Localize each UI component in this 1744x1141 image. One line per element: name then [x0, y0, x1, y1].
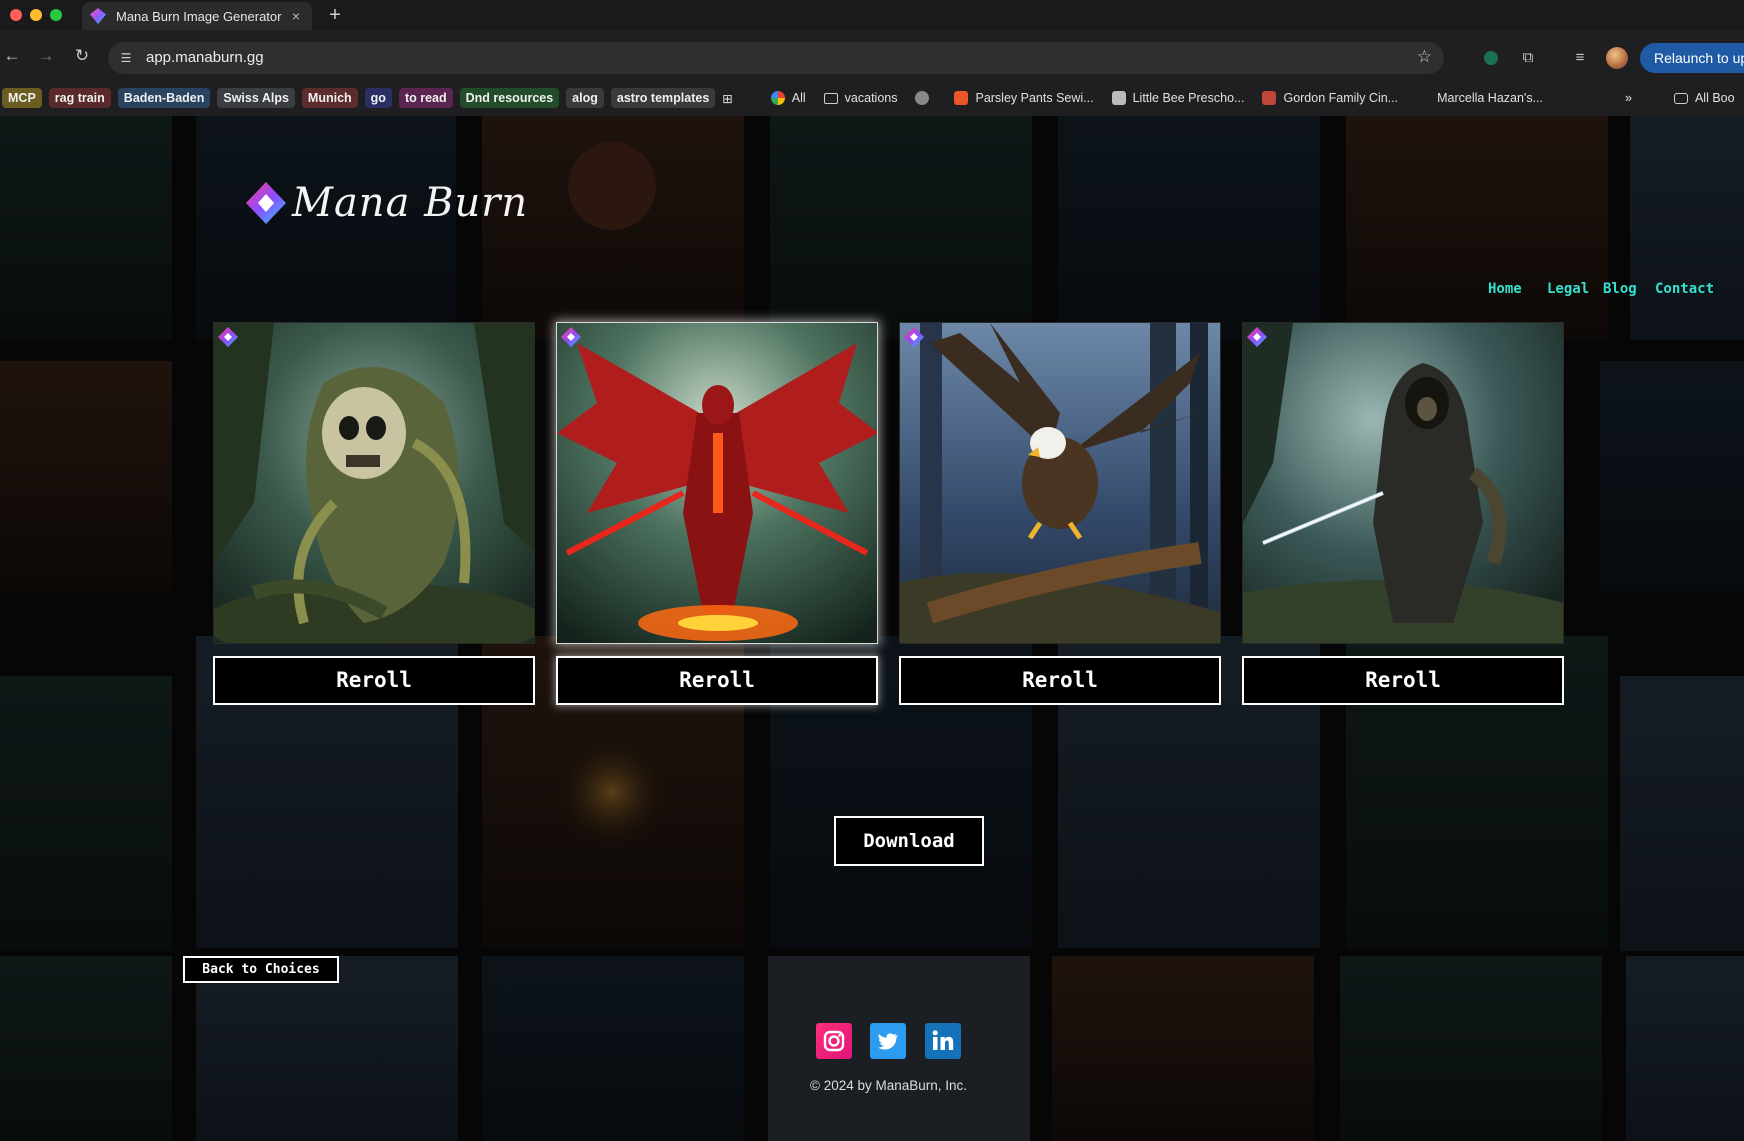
bookmark-folder-baden-baden[interactable]: Baden-Baden [117, 88, 211, 108]
reroll-button-4[interactable]: Reroll [1242, 656, 1564, 705]
all-bookmarks[interactable]: All Boo [1673, 91, 1735, 105]
browser-toolbar: ← → ↻ ☰ app.manaburn.gg ☆ ⧉ ≡ Relaunch t… [0, 38, 1744, 78]
active-tab[interactable]: Mana Burn Image Generator × [82, 2, 312, 30]
bookmark-folder-dnd-resources[interactable]: Dnd resources [459, 88, 560, 108]
close-window-button[interactable] [10, 9, 22, 21]
reroll-button-2[interactable]: Reroll [556, 656, 878, 705]
tab-title: Mana Burn Image Generator [116, 8, 282, 24]
bookmark-star-icon[interactable]: ☆ [1417, 47, 1432, 67]
all-bookmarks-label: All Boo [1694, 91, 1735, 105]
bookmark-folder-munich[interactable]: Munich [301, 88, 358, 108]
mana-badge-icon [904, 327, 924, 347]
relaunch-button[interactable]: Relaunch to upd [1640, 43, 1744, 73]
page: Mana Burn Home Legal Blog Contact Reroll… [0, 116, 1744, 1141]
download-button[interactable]: Download [834, 816, 984, 866]
mana-badge-icon [1247, 327, 1267, 347]
back-arrow-icon[interactable]: ← [0, 44, 24, 68]
linkedin-icon[interactable] [925, 1023, 961, 1059]
logo-text: Mana Burn [292, 180, 529, 226]
bookmark-folder-to-read[interactable]: to read [398, 88, 453, 108]
bookmarks-bar: MCP rag train Baden-Baden Swiss Alps Munich g… [0, 84, 1744, 112]
eagle-image [900, 323, 1220, 643]
bookmark-all[interactable]: All [770, 91, 806, 105]
nav-home[interactable]: Home [1488, 281, 1522, 297]
folder-icon [1673, 92, 1688, 104]
swamp-creature-image [214, 323, 534, 643]
site-logo[interactable]: Mana Burn [246, 180, 528, 226]
image-card-2[interactable] [556, 322, 878, 644]
tab-strip: Mana Burn Image Generator × + [0, 0, 1744, 30]
site-info-icon[interactable]: ☰ [118, 50, 134, 66]
site-icon [1262, 91, 1277, 105]
bookmark-folder-alog[interactable]: alog [566, 88, 604, 108]
hooded-warrior-image [1243, 323, 1563, 643]
reading-list-icon[interactable]: ≡ [1570, 48, 1590, 68]
url-text[interactable]: app.manaburn.gg [146, 49, 264, 66]
bookmark-label: All [791, 91, 806, 105]
bookmark-label: Parsley Pants Sewi... [975, 91, 1094, 105]
google-icon [770, 91, 785, 105]
bookmark-folder-swiss-alps[interactable]: Swiss Alps [217, 88, 295, 108]
mana-badge-icon [218, 327, 238, 347]
bookmark-icon [954, 91, 969, 105]
profile-avatar[interactable] [1606, 47, 1628, 69]
manaburn-favicon-icon [90, 8, 106, 24]
bookmark-label: Marcella Hazan's... [1437, 91, 1543, 105]
browser-chrome: Mana Burn Image Generator × + ← → ↻ ☰ ap… [0, 0, 1744, 116]
extensions-puzzle-icon[interactable]: ⧉ [1518, 48, 1538, 68]
bookmark-folder-mcp[interactable]: MCP [2, 88, 42, 108]
nav-contact[interactable]: Contact [1655, 281, 1714, 297]
image-card-1[interactable] [213, 322, 535, 644]
more-bookmarks-icon[interactable]: » [1625, 91, 1632, 105]
mana-badge-icon [561, 327, 581, 347]
instagram-icon[interactable] [816, 1023, 852, 1059]
nav-blog[interactable]: Blog [1603, 281, 1637, 297]
bookmark-label: vacations [844, 91, 898, 105]
copyright-text: © 2024 by ManaBurn, Inc. [810, 1078, 968, 1093]
apple-icon [1111, 91, 1126, 105]
bookmark-label: Little Bee Prescho... [1132, 91, 1245, 105]
bookmark-vacations[interactable]: vacations [823, 91, 898, 105]
mana-diamond-icon [246, 182, 286, 224]
bookmark-parsley-pants-sewi[interactable]: Parsley Pants Sewi... [954, 91, 1094, 105]
bookmark-folder-go[interactable]: go [364, 88, 392, 108]
reload-icon[interactable]: ↻ [70, 44, 94, 68]
globe-icon [915, 91, 930, 105]
bookmark-label: Gordon Family Cin... [1283, 91, 1399, 105]
image-card-3[interactable] [899, 322, 1221, 644]
new-tab-button[interactable]: + [324, 4, 346, 27]
bookmark-marcella-hazan-s[interactable]: Marcella Hazan's... [1416, 91, 1543, 105]
back-to-choices-button[interactable]: Back to Choices [183, 956, 339, 983]
bookmark-little-bee-prescho[interactable]: Little Bee Prescho... [1111, 91, 1245, 105]
tab-close-icon[interactable]: × [288, 8, 304, 24]
blank-icon [1416, 91, 1430, 105]
bookmark-folder-rag-train[interactable]: rag train [48, 88, 111, 108]
folder-icon [823, 92, 838, 104]
minimize-window-button[interactable] [30, 9, 42, 21]
bookmark-globe[interactable] [915, 91, 936, 105]
reroll-button-3[interactable]: Reroll [899, 656, 1221, 705]
red-demon-image [557, 323, 877, 643]
apps-grid-icon[interactable]: ⊞ [722, 91, 732, 106]
image-card-4[interactable] [1242, 322, 1564, 644]
forward-arrow-icon[interactable]: → [34, 44, 58, 68]
twitter-icon[interactable] [870, 1023, 906, 1059]
address-bar[interactable]: ☰ app.manaburn.gg ☆ [108, 42, 1444, 74]
extension-icon[interactable] [1484, 51, 1498, 65]
reroll-button-1[interactable]: Reroll [213, 656, 535, 705]
nav-legal[interactable]: Legal [1547, 281, 1589, 297]
bookmark-gordon-family-cin[interactable]: Gordon Family Cin... [1262, 91, 1398, 105]
bookmark-folder-astro-templates[interactable]: astro templates [610, 88, 716, 108]
maximize-window-button[interactable] [50, 9, 62, 21]
